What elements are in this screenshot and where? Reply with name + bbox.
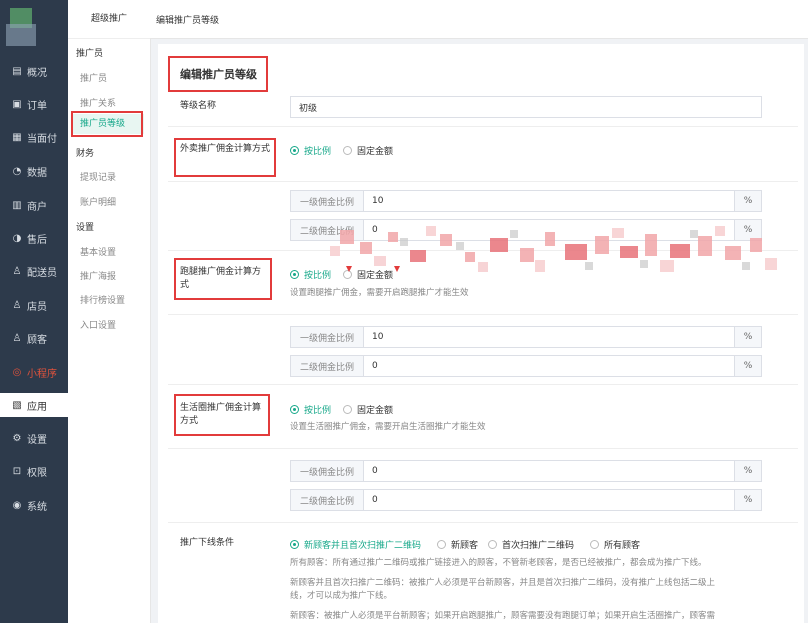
sidebar-item-label: 商户: [27, 201, 47, 213]
sidebar-item-miniprogram[interactable]: ◎ 小程序: [0, 360, 68, 384]
submenu-item-withdrawals[interactable]: 提现记录: [80, 170, 116, 183]
sidebar-item-label: 顾客: [27, 334, 47, 346]
life-level1-input[interactable]: 一级佣金比例 0%: [290, 460, 762, 482]
merchant-icon: ▥: [12, 199, 22, 211]
sidebar-item-label: 当面付: [27, 133, 57, 145]
pay-icon: ▦: [12, 131, 22, 143]
sidebar-item-label: 店员: [27, 301, 47, 313]
page-header: 编辑推广员等级: [150, 0, 808, 39]
sidebar-item-label: 数据: [27, 167, 47, 179]
takeout-fixed-radio[interactable]: 固定金额: [343, 144, 393, 157]
order-icon: ▣: [12, 98, 22, 110]
condition-first-scan-radio[interactable]: 首次扫推广二维码: [488, 538, 574, 551]
sidebar-item-apps[interactable]: ▧ 应用: [0, 393, 68, 417]
sidebar-item-label: 配送员: [27, 267, 57, 279]
sidebar-item-label: 小程序: [27, 368, 57, 380]
condition-new-radio[interactable]: 新顾客: [437, 538, 478, 551]
edit-form-card: 编辑推广员等级 等级名称 初级 外卖推广佣金计算方式 按比例 固定金额 一级佣金…: [158, 44, 804, 623]
submenu-title: 超级推广: [68, 0, 150, 39]
takeout-method-label: 外卖推广佣金计算方式: [180, 144, 271, 154]
sidebar-item-aftersale[interactable]: ◑ 售后: [0, 226, 68, 250]
sidebar-item-system[interactable]: ◉ 系统: [0, 493, 68, 517]
errand-level1-input[interactable]: 一级佣金比例 10%: [290, 326, 762, 348]
sidebar-item-overview[interactable]: ▤ 概况: [0, 59, 68, 83]
condition-desc-new-first-cont: 线，才可以成为推广下线。: [290, 591, 393, 601]
condition-desc-new-first: 新顾客并且首次扫推广二维码：被推广人必须是平台新顾客，并且是首次扫推广二维码，没…: [290, 578, 716, 588]
takeout-level1-input[interactable]: 一级佣金比例 10%: [290, 190, 762, 212]
submenu-item-poster[interactable]: 推广海报: [80, 269, 116, 282]
submenu-group-finance: 财务: [76, 149, 95, 159]
sidebar-item-label: 售后: [27, 234, 47, 246]
sidebar-item-order[interactable]: ▣ 订单: [0, 92, 68, 116]
redaction-mosaic: [330, 226, 777, 272]
sidebar-item-courier[interactable]: ♙ 配送员: [0, 259, 68, 283]
life-level2-input[interactable]: 二级佣金比例 0%: [290, 489, 762, 511]
submenu-item-promoter[interactable]: 推广员: [80, 71, 107, 84]
submenu-item-relations[interactable]: 推广关系: [80, 96, 116, 109]
condition-desc-new: 新顾客：被推广人必须是平台新顾客；如果开启跑腿推广，顾客需要没有跑腿订单；如果开…: [290, 611, 716, 621]
app-logo: [6, 8, 42, 46]
highlight-box: [71, 111, 143, 137]
submenu-item-entry[interactable]: 入口设置: [80, 318, 116, 331]
sidebar-item-data[interactable]: ◔ 数据: [0, 159, 68, 183]
submenu-group-settings: 设置: [76, 223, 95, 233]
errand-tip: 设置跑腿推广佣金，需要开启跑腿推广才能生效: [290, 288, 469, 298]
level-name-input[interactable]: 初级: [290, 96, 762, 118]
life-ratio-radio[interactable]: 按比例: [290, 403, 331, 416]
lock-icon: ⊡: [12, 465, 22, 477]
submenu-group-promoter: 推广员: [76, 49, 104, 59]
sidebar-item-label: 权限: [27, 467, 47, 479]
condition-desc-all: 所有顾客：所有通过推广二维码或推广链接进入的顾客，不管新老顾客，是否已经被推广，…: [290, 558, 707, 568]
sidebar-item-pay[interactable]: ▦ 当面付: [0, 125, 68, 149]
condition-new-and-first-radio[interactable]: 新顾客并且首次扫推广二维码: [290, 538, 421, 551]
system-icon: ◉: [12, 499, 22, 511]
sidebar-item-customer[interactable]: ♙ 顾客: [0, 326, 68, 350]
submenu-item-basic-settings[interactable]: 基本设置: [80, 245, 116, 258]
page-header-title: 编辑推广员等级: [156, 16, 220, 26]
life-tip: 设置生活圈推广佣金，需要开启生活圈推广才能生效: [290, 422, 486, 432]
sidebar-item-merchant[interactable]: ▥ 商户: [0, 193, 68, 217]
settings-icon: ⚙: [12, 432, 22, 444]
life-method-label: 生活圈推广佣金计算方式: [180, 403, 262, 426]
customer-icon: ♙: [12, 332, 22, 344]
submenu-item-account-detail[interactable]: 账户明细: [80, 195, 116, 208]
errand-method-label: 跑腿推广佣金计算方式: [180, 267, 262, 290]
submenu-panel: 超级推广 推广员 推广员 推广关系 推广员等级 财务 提现记录 账户明细 设置 …: [68, 0, 151, 623]
level-name-label: 等级名称: [180, 101, 217, 111]
sidebar-item-clerk[interactable]: ♙ 店员: [0, 293, 68, 317]
form-heading: 编辑推广员等级: [180, 68, 257, 81]
sidebar-item-label: 概况: [27, 67, 47, 79]
sidebar-item-label: 订单: [27, 100, 47, 112]
clerk-icon: ♙: [12, 299, 22, 311]
takeout-ratio-radio[interactable]: 按比例: [290, 144, 331, 157]
sidebar-item-lock[interactable]: ⊡ 权限: [0, 459, 68, 483]
apps-icon: ▧: [12, 399, 22, 411]
submenu-item-ranking[interactable]: 排行榜设置: [80, 293, 125, 306]
life-fixed-radio[interactable]: 固定金额: [343, 403, 393, 416]
courier-icon: ♙: [12, 265, 22, 277]
errand-level2-input[interactable]: 二级佣金比例 0%: [290, 355, 762, 377]
sidebar-item-label: 系统: [27, 501, 47, 513]
aftersale-icon: ◑: [12, 232, 22, 244]
sidebar-item-settings[interactable]: ⚙ 设置: [0, 426, 68, 450]
miniprogram-icon: ◎: [12, 366, 22, 378]
overview-icon: ▤: [12, 65, 22, 77]
data-icon: ◔: [12, 165, 22, 177]
sidebar-item-label: 应用: [27, 401, 47, 413]
condition-all-radio[interactable]: 所有顾客: [590, 538, 640, 551]
errand-ratio-radio[interactable]: 按比例: [290, 268, 331, 281]
sidebar-item-label: 设置: [27, 434, 47, 446]
condition-label: 推广下线条件: [180, 538, 235, 548]
